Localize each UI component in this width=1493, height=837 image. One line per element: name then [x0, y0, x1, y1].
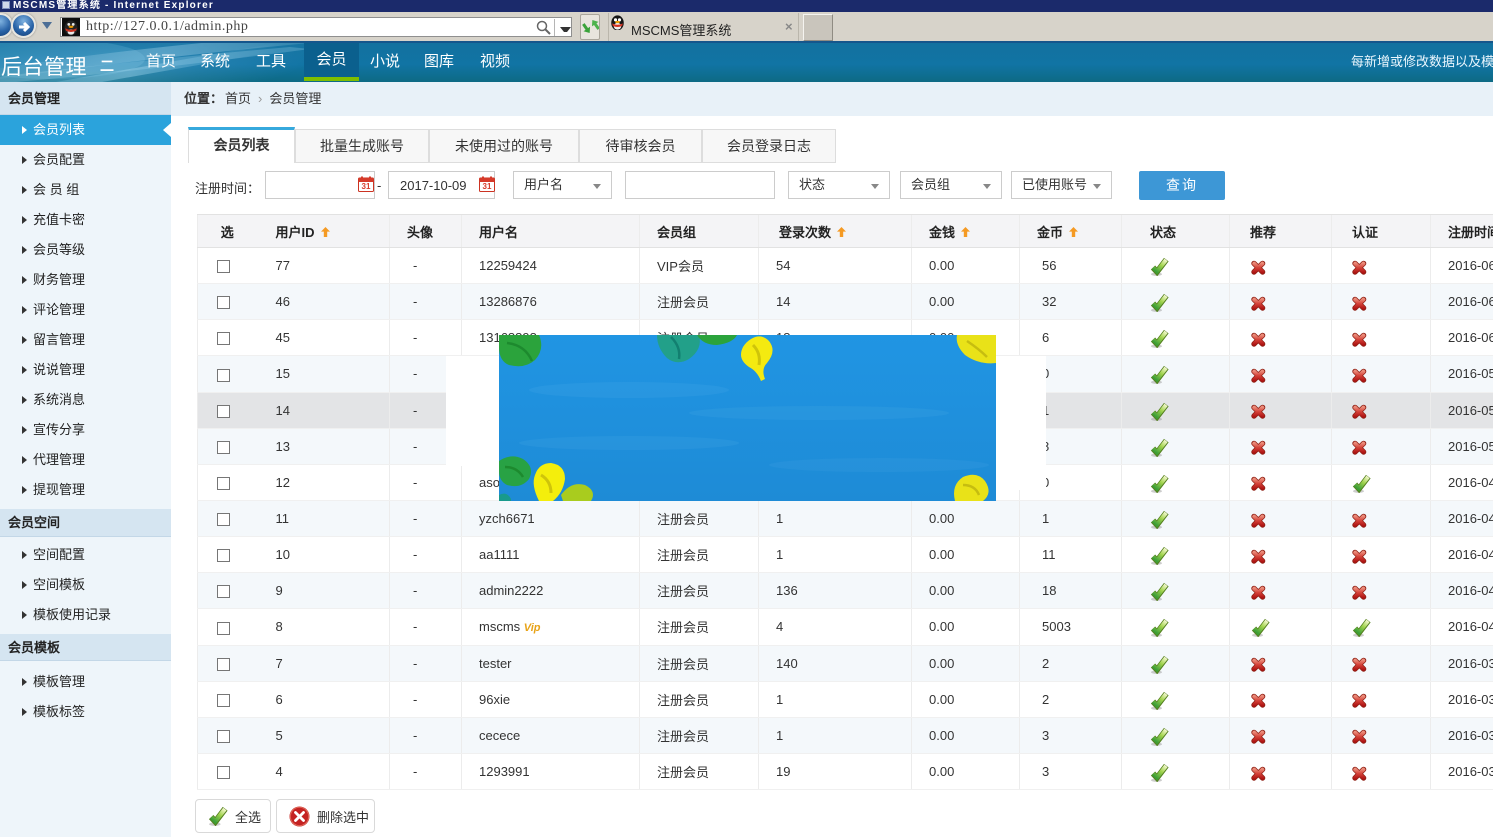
svg-text:31: 31 — [483, 182, 492, 191]
svg-text:31: 31 — [362, 182, 371, 191]
